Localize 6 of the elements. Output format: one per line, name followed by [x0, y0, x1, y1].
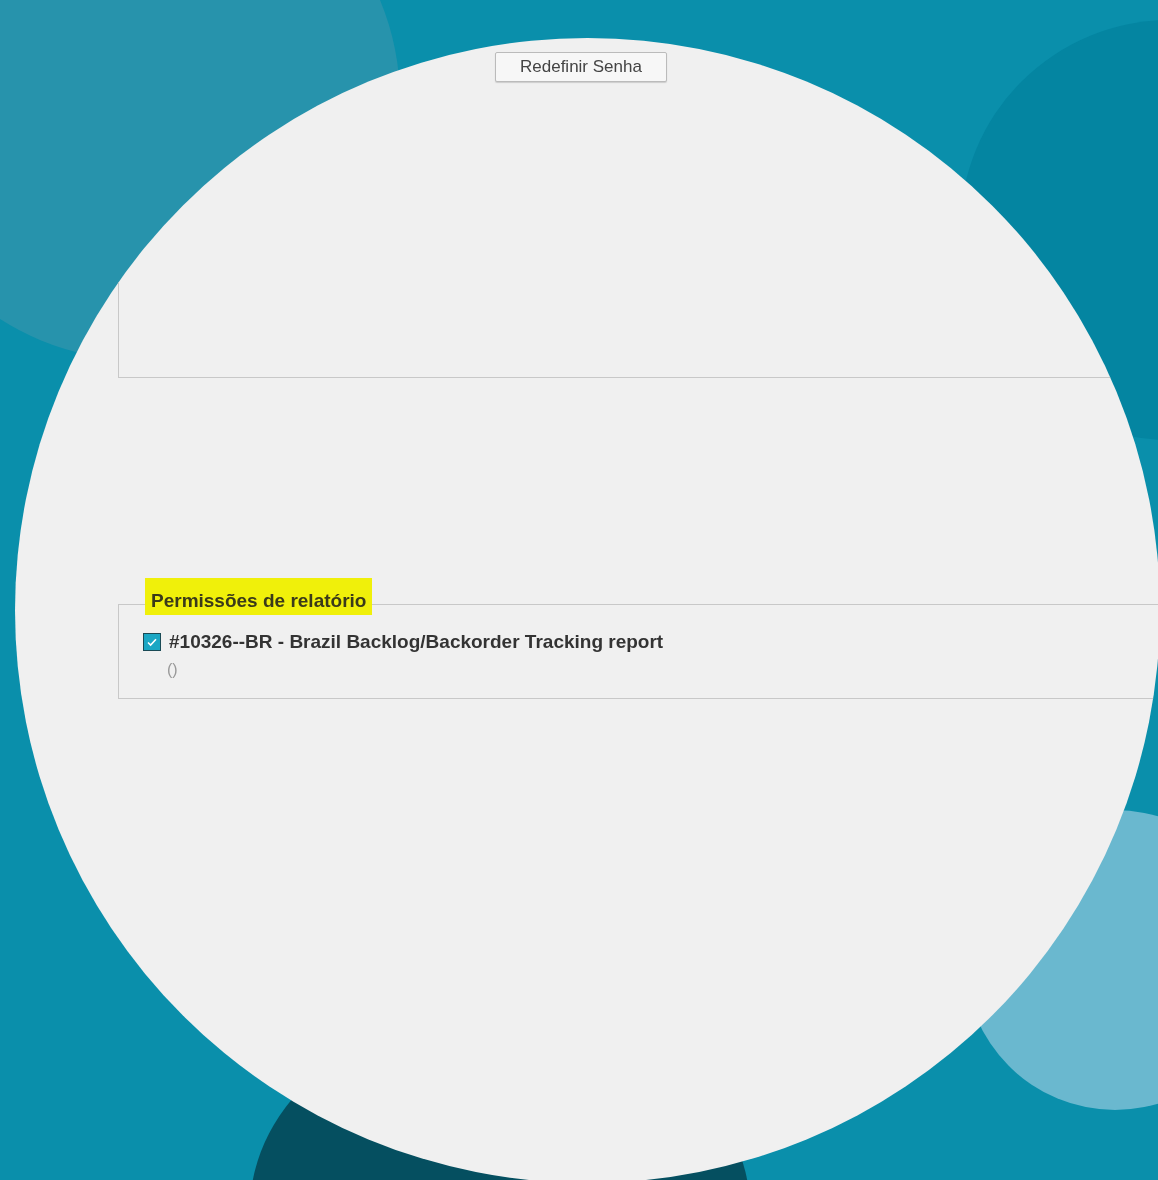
report-note: (): [167, 661, 178, 679]
check-icon: [146, 636, 158, 648]
report-label: #10326--BR - Brazil Backlog/Backorder Tracking report: [169, 631, 664, 653]
reset-password-button[interactable]: Redefinir Senha: [495, 52, 667, 82]
fieldset-legend: Permissões de relatório: [145, 578, 373, 615]
checkbox[interactable]: [143, 633, 161, 651]
